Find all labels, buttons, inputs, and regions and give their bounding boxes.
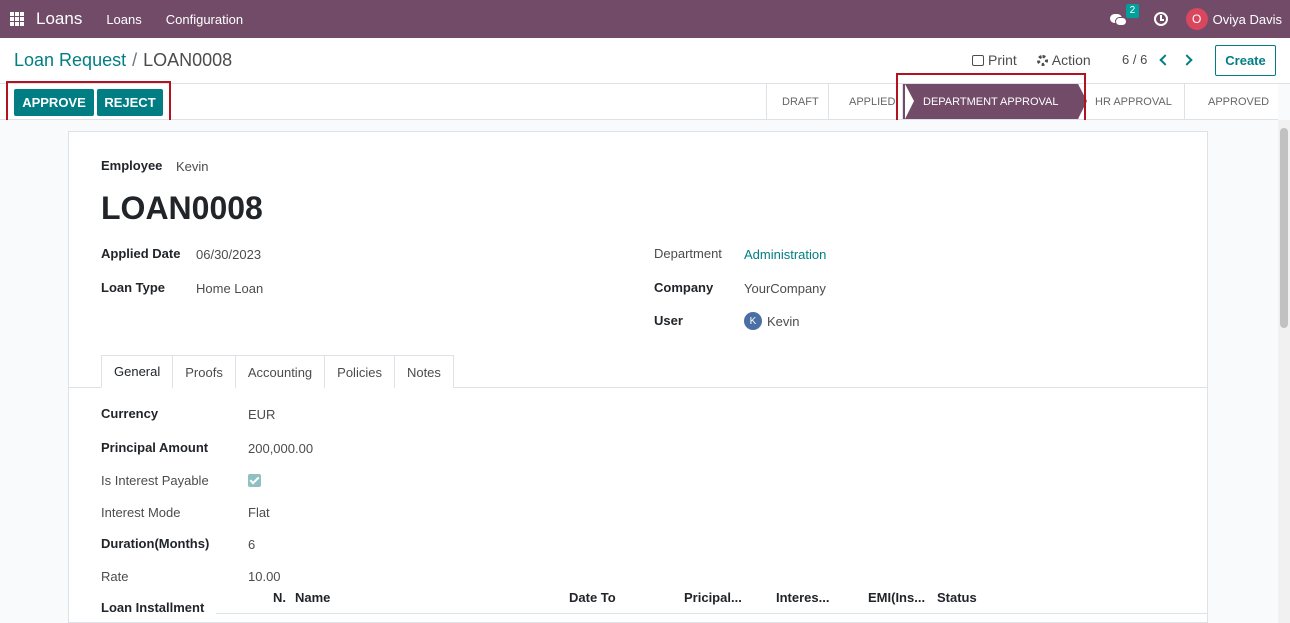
app-name[interactable]: Loans [36, 9, 82, 29]
breadcrumb: Loan Request / LOAN0008 [14, 50, 232, 71]
column-number[interactable]: N. [273, 590, 286, 605]
interest-payable-label: Is Interest Payable [101, 473, 209, 488]
menu-configuration[interactable]: Configuration [166, 12, 243, 27]
print-button[interactable]: Print [972, 52, 1017, 68]
principal-amount-label: Principal Amount [101, 440, 209, 455]
notebook-tabs: General Proofs Accounting Policies Notes [101, 355, 454, 388]
chevron-right-icon[interactable] [1181, 53, 1193, 66]
rate-field[interactable]: 10.00 [248, 569, 281, 584]
table-header-divider [216, 613, 1207, 614]
currency-field[interactable]: EUR [248, 407, 275, 422]
stage-applied[interactable]: APPLIED [828, 84, 902, 119]
column-principal[interactable]: Pricipal... [684, 590, 742, 605]
tab-policies[interactable]: Policies [324, 355, 395, 388]
loan-type-field[interactable]: Home Loan [196, 281, 263, 296]
highlight-box-buttons [6, 81, 171, 122]
print-label: Print [988, 52, 1017, 68]
user-avatar[interactable]: O [1185, 8, 1208, 30]
employee-label: Employee [101, 158, 163, 173]
activity-clock-icon[interactable] [1153, 12, 1168, 26]
scrollbar-thumb[interactable] [1280, 128, 1288, 328]
control-panel: Loan Request / LOAN0008 Print Action 6 /… [0, 38, 1290, 84]
highlight-box-stage [896, 73, 1086, 126]
gear-icon [1036, 54, 1048, 66]
top-navbar: Loans Loans Configuration 2 O Oviya Davi… [0, 0, 1290, 38]
employee-field[interactable]: Kevin [176, 159, 209, 174]
user-field[interactable]: Kevin [767, 314, 800, 329]
loan-installment-label: Loan Installment [101, 600, 205, 615]
stage-approved[interactable]: APPROVED [1184, 84, 1278, 119]
user-name[interactable]: Oviya Davis [1213, 12, 1282, 27]
interest-mode-label: Interest Mode [101, 505, 181, 520]
duration-label: Duration(Months) [101, 536, 210, 551]
create-button[interactable]: Create [1215, 45, 1276, 76]
department-field[interactable]: Administration [744, 247, 826, 262]
column-interest[interactable]: Interes... [776, 590, 829, 605]
column-date-to[interactable]: Date To [569, 590, 616, 605]
company-label: Company [654, 280, 714, 295]
stage-draft[interactable]: DRAFT [766, 84, 828, 119]
tab-notes[interactable]: Notes [393, 355, 454, 388]
status-bar: APPROVE REJECT DRAFT APPLIED DEPARTMENT … [0, 73, 1278, 126]
currency-label: Currency [101, 406, 159, 421]
pager-value[interactable]: 6 / 6 [1122, 52, 1147, 67]
chat-count-badge: 2 [1125, 4, 1140, 18]
company-field[interactable]: YourCompany [744, 281, 826, 296]
duration-field[interactable]: 6 [248, 537, 255, 552]
user-field-avatar: K [744, 312, 762, 330]
column-name[interactable]: Name [295, 590, 330, 605]
interest-payable-checkbox[interactable] [248, 474, 261, 487]
breadcrumb-separator: / [132, 50, 138, 70]
column-status[interactable]: Status [937, 590, 977, 605]
pager: 6 / 6 [1122, 52, 1193, 67]
apps-menu-icon[interactable] [10, 12, 24, 26]
breadcrumb-current: LOAN0008 [143, 50, 233, 70]
print-icon [972, 54, 984, 66]
applied-date-field[interactable]: 06/30/2023 [196, 247, 261, 262]
rate-label: Rate [101, 569, 129, 584]
menu-loans[interactable]: Loans [106, 12, 141, 27]
principal-amount-field[interactable]: 200,000.00 [248, 441, 313, 456]
loan-type-label: Loan Type [101, 280, 166, 295]
action-label: Action [1051, 52, 1091, 68]
chat-icon[interactable]: 2 [1109, 4, 1140, 26]
user-label: User [654, 313, 683, 328]
stage-hr-approval[interactable]: HR APPROVAL [1078, 84, 1184, 119]
applied-date-label: Applied Date [101, 246, 181, 261]
column-emi[interactable]: EMI(Ins... [868, 590, 925, 605]
tab-proofs[interactable]: Proofs [172, 355, 236, 388]
scrollbar[interactable] [1278, 120, 1290, 623]
interest-mode-field[interactable]: Flat [248, 505, 270, 520]
tab-accounting[interactable]: Accounting [234, 355, 326, 388]
tab-general[interactable]: General [101, 355, 174, 388]
department-label: Department [654, 246, 722, 261]
page-title: LOAN0008 [101, 190, 263, 226]
action-button[interactable]: Action [1036, 52, 1091, 68]
chevron-left-icon[interactable] [1159, 53, 1171, 66]
breadcrumb-parent[interactable]: Loan Request [14, 50, 126, 71]
